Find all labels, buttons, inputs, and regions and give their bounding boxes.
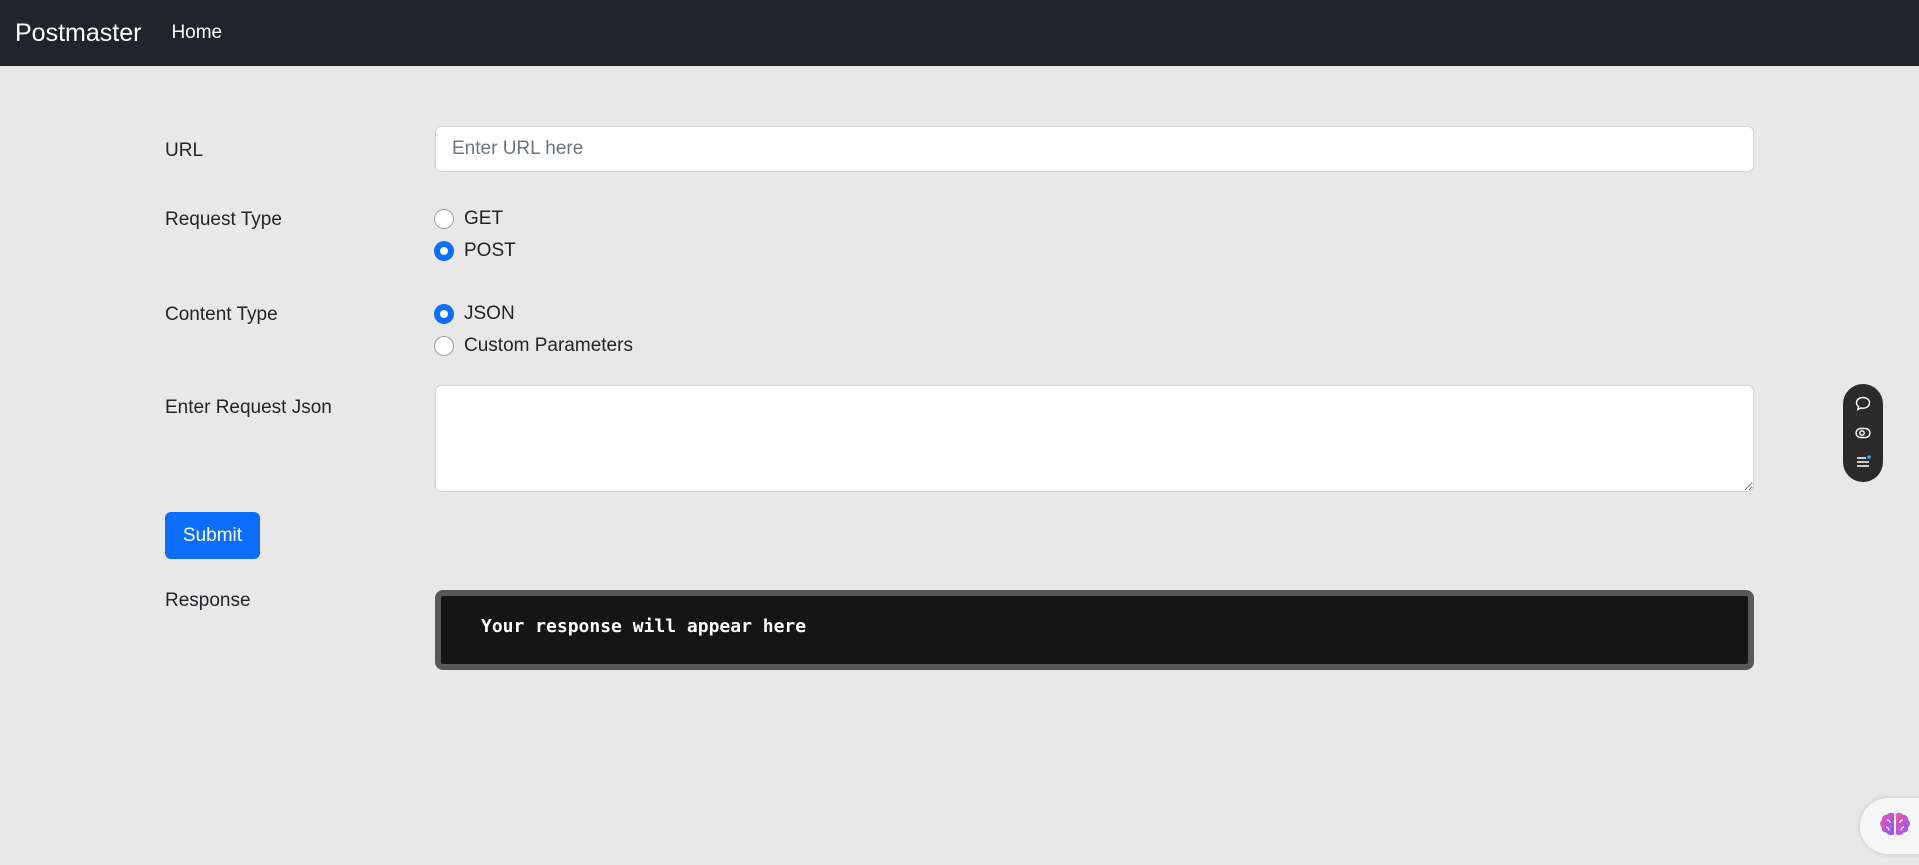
assistant-widget[interactable] xyxy=(1860,798,1919,854)
url-input[interactable] xyxy=(435,126,1754,172)
radio-json-circle[interactable] xyxy=(434,304,454,324)
radio-custom-parameters[interactable]: Custom Parameters xyxy=(434,335,633,357)
url-label: URL xyxy=(165,140,204,161)
brain-icon[interactable] xyxy=(1878,811,1912,841)
floating-toolbar xyxy=(1843,384,1883,482)
navbar: Postmaster Home xyxy=(0,0,1919,66)
response-label: Response xyxy=(165,590,251,611)
radio-json[interactable]: JSON xyxy=(434,303,515,325)
list-menu-icon[interactable] xyxy=(1854,453,1872,471)
content-type-label: Content Type xyxy=(165,304,278,325)
request-type-label: Request Type xyxy=(165,209,282,230)
radio-get[interactable]: GET xyxy=(434,208,503,230)
radio-json-label: JSON xyxy=(464,303,515,324)
radio-post-label: POST xyxy=(464,240,516,261)
request-json-textarea[interactable] xyxy=(435,385,1754,492)
submit-button[interactable]: Submit xyxy=(165,512,260,559)
radio-get-circle[interactable] xyxy=(434,209,454,229)
chat-bubble-icon[interactable] xyxy=(1854,395,1872,413)
radio-get-label: GET xyxy=(464,208,504,229)
request-json-label: Enter Request Json xyxy=(165,397,332,418)
nav-link-home[interactable]: Home xyxy=(171,22,222,44)
response-output: Your response will appear here xyxy=(435,590,1754,670)
radio-post[interactable]: POST xyxy=(434,240,516,262)
brand-logo[interactable]: Postmaster xyxy=(15,19,141,48)
radio-custom-parameters-circle[interactable] xyxy=(434,336,454,356)
eye-toggle-icon[interactable] xyxy=(1854,424,1872,442)
response-text: Your response will appear here xyxy=(481,616,807,637)
radio-custom-parameters-label: Custom Parameters xyxy=(464,335,633,356)
radio-post-circle[interactable] xyxy=(434,241,454,261)
